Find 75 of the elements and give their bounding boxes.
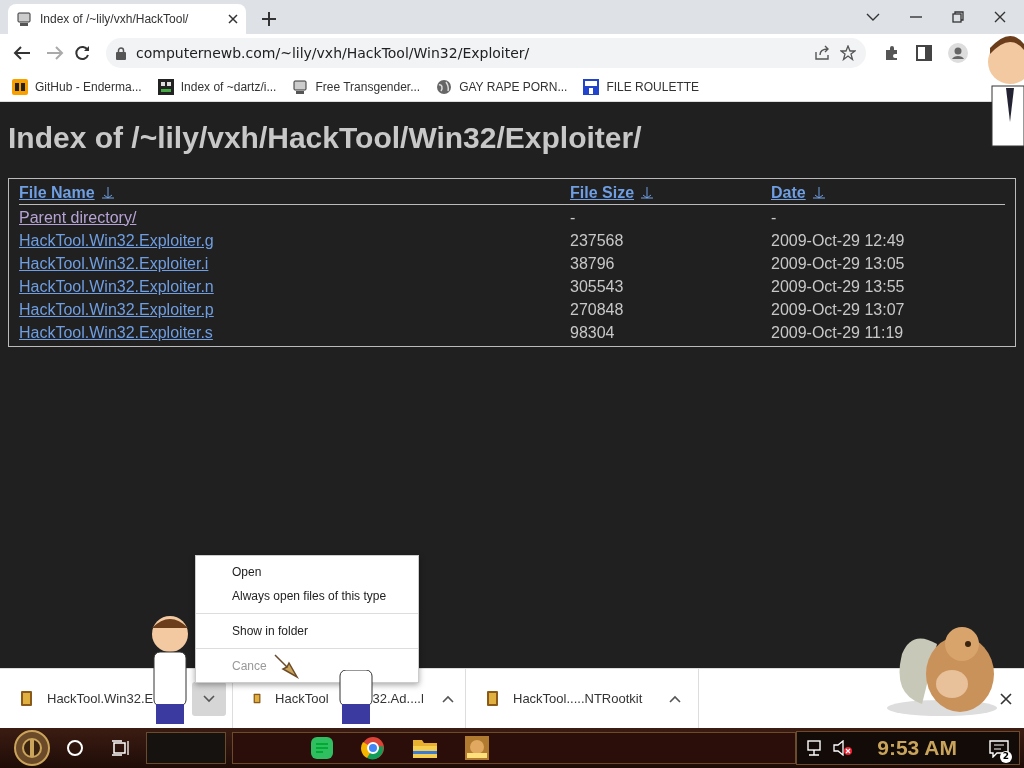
chevron-down-icon[interactable] [866,13,880,21]
notification-count: 2 [1000,751,1012,763]
column-header-link[interactable]: Date [771,181,806,205]
caret-button[interactable] [192,681,226,716]
address-bar[interactable]: computernewb.com/~lily/vxh/HackTool/Win32/Exploiter/ [106,38,866,68]
menu-item[interactable]: Show in folder [232,622,309,640]
circle-icon[interactable] [66,739,84,757]
file-size: 38796 [570,254,615,272]
column-header-link[interactable]: File Name [19,181,95,205]
download-name: HackTool [275,689,329,708]
menu-item[interactable]: Open [232,563,262,581]
file-link[interactable]: HackTool.Win32.Exploiter.g [19,231,214,249]
browser-icon[interactable] [361,736,385,760]
column-header-link[interactable]: File Size [570,181,635,205]
computer-icon [292,78,309,95]
file-size: 98304 [570,323,615,341]
clock-time: 9:53 AM [877,735,957,762]
file-date: 2009-Oct-29 13:55 [771,277,905,295]
restore-icon[interactable] [952,11,964,23]
file-date: 2009-Oct-29 13:05 [771,254,905,272]
chevron-up-icon[interactable] [442,694,455,703]
task-view-icon[interactable] [112,740,130,756]
reload-icon[interactable] [74,45,90,61]
download-name: 32.Ad....l [372,689,424,708]
puzzle-icon[interactable] [884,45,900,61]
menu-item[interactable]: Always open files of this type [232,587,387,605]
back-icon[interactable] [13,45,31,61]
file-icon [20,691,33,706]
close-icon[interactable] [1000,692,1012,705]
folder-icon[interactable] [413,738,437,758]
file-link[interactable]: HackTool.Win32.Exploiter.i [19,254,209,272]
file-link[interactable]: HackTool.Win32.Exploiter.n [19,277,214,295]
file-link[interactable]: Parent directory/ [19,208,137,226]
file-date: 2009-Oct-29 11:19 [771,323,904,341]
chevron-down-icon[interactable] [203,694,215,703]
start-orb-icon[interactable] [12,730,52,766]
lock-icon [116,46,126,60]
file-size: 237568 [570,231,624,249]
file-size: 270848 [570,300,624,318]
close-icon[interactable] [994,11,1006,23]
file-size: - [570,208,576,226]
file-date: 2009-Oct-29 13:07 [771,300,905,318]
computer-icon [16,11,32,27]
file-date: 2009-Oct-29 12:49 [771,231,905,249]
logo-icon [12,78,28,95]
browser-tab[interactable]: Index of /~lily/vxh/HackTool/ [8,4,246,34]
app-icon[interactable] [465,736,489,760]
profile-icon[interactable] [948,43,968,63]
bookmark-link[interactable]: GAY RAPE PORN... [436,77,568,96]
grid-icon [157,78,174,95]
bookmark-link[interactable]: GitHub - Enderma... [12,77,142,96]
close-icon[interactable] [228,14,238,24]
notes-app-icon[interactable] [311,737,333,759]
page-heading: Index of /~lily/vxh/HackTool/Win32/Exploiter/ [8,120,643,156]
side-panel-icon[interactable] [916,45,932,61]
file-size: 305543 [570,277,624,295]
file-icon [253,691,262,706]
notification-icon[interactable] [989,739,1009,758]
share-icon[interactable] [814,45,830,61]
speaker-icon[interactable] [833,740,854,756]
file-link[interactable]: HackTool.Win32.Exploiter.p [19,300,214,318]
globe-icon [436,78,453,95]
file-link[interactable]: HackTool.Win32.Exploiter.s [19,323,213,341]
bookmark-link[interactable]: Index of ~dartz/i... [157,77,277,96]
star-icon[interactable] [840,45,856,61]
download-name: HackTool.Win32.E [47,689,154,708]
logo-icon [583,78,600,95]
bookmark-link[interactable]: FILE ROULETTE [583,77,700,96]
new-tab-button[interactable] [262,12,276,26]
pointer-drawing [272,653,301,679]
file-date: - [771,208,777,226]
bookmark-link[interactable]: Free Transgender... [292,77,421,96]
file-icon [486,691,499,706]
chevron-up-icon[interactable] [669,694,681,703]
download-name: HackTool.....NTRootkit [513,689,643,708]
